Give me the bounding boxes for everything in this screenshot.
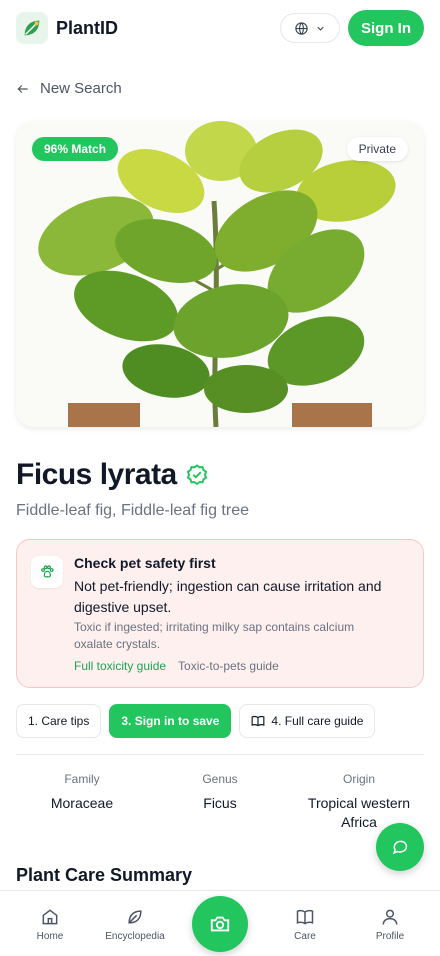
user-icon [382, 909, 398, 925]
family-value: Moraceae [50, 795, 114, 811]
care-tips-button[interactable]: 1. Care tips [16, 704, 102, 738]
new-search-link[interactable]: New Search [16, 80, 122, 97]
chat-button[interactable] [376, 823, 424, 871]
book-open-icon [251, 715, 265, 727]
brand-name: PlantID [56, 17, 119, 38]
verified-check-icon [186, 464, 207, 486]
pet-safety-detail: Toxic if ingested; irritating milky sap … [74, 620, 355, 651]
full-toxicity-guide-link[interactable]: Full toxicity guide [74, 659, 166, 673]
privacy-badge[interactable]: Private [346, 137, 408, 161]
plant-image [16, 121, 424, 427]
pet-safety-card: Check pet safety first Not pet-friendly;… [16, 539, 424, 688]
paw-icon [31, 556, 63, 588]
book-icon [296, 909, 314, 925]
camera-icon [210, 916, 230, 932]
sign-in-to-save-button[interactable]: 3. Sign in to save [109, 704, 232, 738]
taxonomy-family: Family Moraceae [12, 772, 152, 813]
plant-name: Ficus lyrata [16, 458, 177, 491]
language-selector[interactable] [280, 13, 340, 43]
nav-profile-label: Profile [375, 931, 405, 942]
nav-care-label: Care [294, 931, 316, 942]
nav-care[interactable]: Care [265, 907, 345, 942]
app-header: PlantID Sign In [0, 0, 440, 56]
toxic-to-pets-guide-link[interactable]: Toxic-to-pets guide [178, 659, 279, 673]
leaf-logo-icon[interactable] [16, 12, 48, 44]
taxonomy-origin: Origin Tropical western Africa [289, 772, 429, 832]
family-label: Family [64, 772, 100, 786]
leaf-icon [128, 910, 142, 924]
divider [16, 754, 424, 755]
globe-icon [295, 21, 308, 35]
common-names: Fiddle-leaf fig, Fiddle-leaf fig tree [16, 502, 249, 519]
plant-photo[interactable]: 96% Match Private [16, 121, 424, 427]
chevron-down-icon [317, 26, 324, 31]
chat-bubble-icon [392, 840, 408, 855]
nav-home-label: Home [36, 931, 64, 942]
new-search-label: New Search [40, 80, 122, 97]
full-care-guide-button[interactable]: 4. Full care guide [239, 704, 376, 738]
full-care-guide-label: 4. Full care guide [271, 714, 364, 728]
care-summary-title: Plant Care Summary [16, 865, 193, 885]
pet-safety-heading: Check pet safety first [74, 555, 216, 571]
taxonomy-genus: Genus Ficus [150, 772, 290, 813]
origin-label: Origin [342, 772, 375, 786]
home-icon [42, 909, 58, 925]
nav-encyclopedia[interactable]: Encyclopedia [95, 907, 175, 942]
camera-button[interactable] [192, 896, 248, 952]
genus-label: Genus [202, 772, 238, 786]
nav-encyclopedia-label: Encyclopedia [105, 931, 165, 942]
genus-value: Ficus [203, 795, 237, 811]
pet-safety-summary: Not pet-friendly; ingestion can cause ir… [74, 578, 382, 615]
nav-profile[interactable]: Profile [350, 907, 430, 942]
nav-home[interactable]: Home [10, 907, 90, 942]
match-badge: 96% Match [32, 137, 119, 161]
sign-in-button[interactable]: Sign In [348, 10, 424, 46]
arrow-left-icon [17, 84, 28, 93]
